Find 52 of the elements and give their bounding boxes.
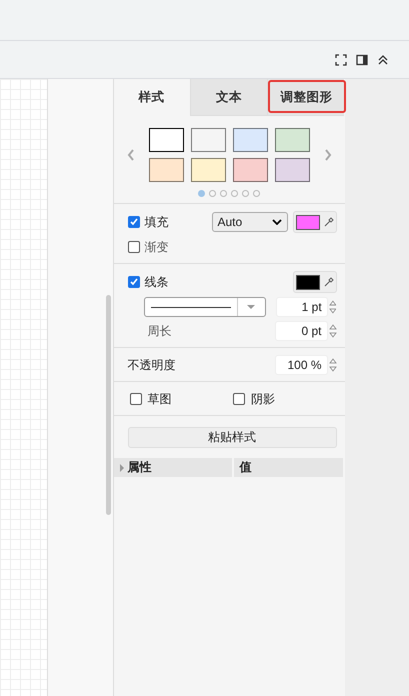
- perimeter-label: 周长: [148, 322, 172, 340]
- pager-dot[interactable]: [231, 190, 238, 197]
- spinner-icon[interactable]: [328, 357, 336, 373]
- scrollbar[interactable]: [106, 295, 110, 515]
- style-swatch[interactable]: [232, 158, 268, 182]
- opacity-field[interactable]: 100 %: [274, 355, 328, 375]
- tab[interactable]: 文本: [190, 79, 268, 116]
- eyedropper-icon: [324, 277, 334, 287]
- style-swatch[interactable]: [274, 128, 310, 152]
- style-swatch[interactable]: [274, 158, 310, 182]
- line-style-select[interactable]: [144, 297, 266, 317]
- fullscreen-icon[interactable]: [335, 54, 347, 66]
- expand-arrow-icon[interactable]: [120, 464, 124, 472]
- pager-dot[interactable]: [209, 190, 216, 197]
- caret-icon: [272, 219, 282, 225]
- caret-icon: [247, 305, 256, 309]
- opacity-label: 不透明度: [128, 356, 176, 374]
- panel-icon[interactable]: [356, 54, 368, 66]
- pager-dot[interactable]: [253, 190, 260, 197]
- color-button[interactable]: [292, 211, 336, 233]
- fill-label: 填充: [144, 214, 168, 230]
- checkbox[interactable]: [128, 216, 140, 228]
- checkbox[interactable]: [128, 241, 140, 253]
- spinner-icon[interactable]: [328, 299, 336, 315]
- eyedropper-icon: [324, 217, 334, 227]
- gradient-label: 渐变: [144, 238, 168, 256]
- style-swatch[interactable]: [148, 158, 184, 182]
- color-button[interactable]: [292, 271, 336, 293]
- style-swatch[interactable]: [148, 128, 184, 152]
- collapse-icon[interactable]: [377, 54, 389, 66]
- paste-style-button[interactable]: 粘贴样式: [128, 427, 336, 448]
- line-label: 线条: [144, 274, 168, 290]
- fill-select[interactable]: Auto: [212, 212, 288, 232]
- column-header: 属性: [114, 458, 232, 477]
- pager-dot[interactable]: [242, 190, 249, 197]
- line-width-field[interactable]: 1 pt: [276, 297, 328, 317]
- chevron-right-icon[interactable]: [324, 149, 332, 161]
- style-swatch[interactable]: [190, 158, 226, 182]
- option-label: 阴影: [251, 390, 275, 408]
- pager-dot[interactable]: [220, 190, 227, 197]
- option-label: 草图: [148, 390, 172, 408]
- perimeter-field[interactable]: 0 pt: [274, 321, 328, 341]
- style-swatch[interactable]: [190, 128, 226, 152]
- checkbox[interactable]: [128, 276, 140, 288]
- spinner-icon[interactable]: [328, 323, 336, 339]
- checkbox[interactable]: [130, 393, 142, 405]
- tab[interactable]: 调整图形: [267, 79, 344, 116]
- pager-dot[interactable]: [198, 190, 205, 197]
- column-header: 值: [234, 458, 342, 477]
- style-swatch[interactable]: [232, 128, 268, 152]
- chevron-left-icon[interactable]: [126, 149, 134, 161]
- checkbox[interactable]: [233, 393, 245, 405]
